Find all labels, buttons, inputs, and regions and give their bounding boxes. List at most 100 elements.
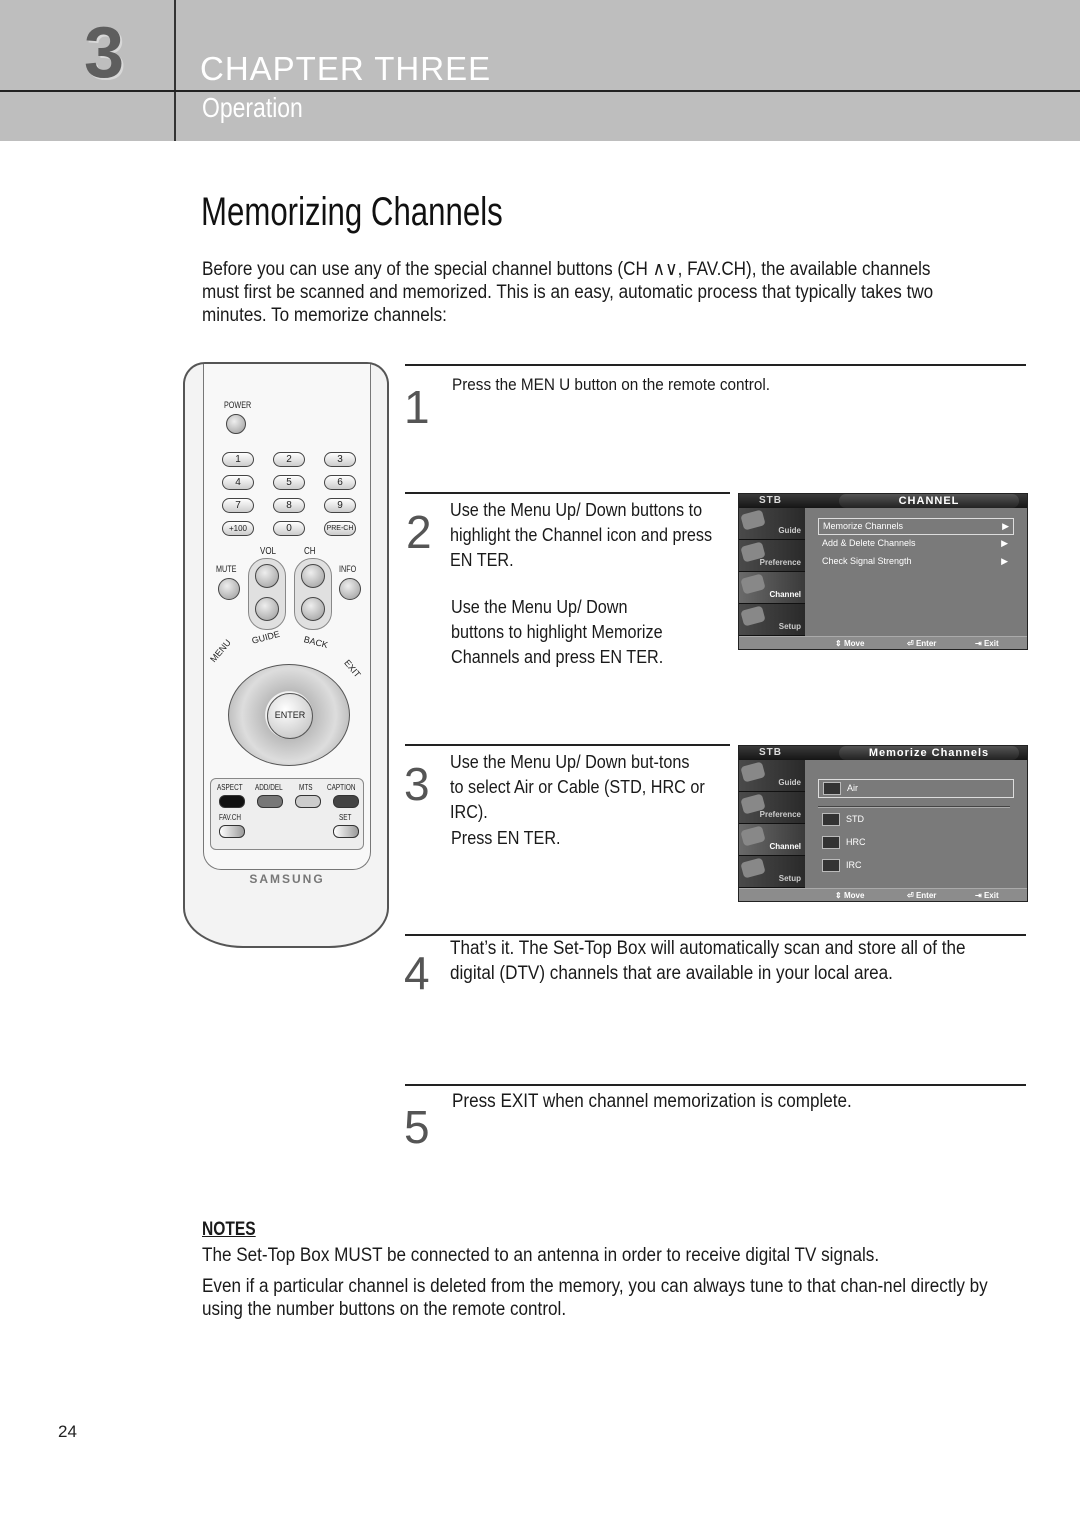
mts-label: MTS bbox=[299, 783, 313, 792]
power-label: POWER bbox=[224, 400, 252, 410]
step-5-rule bbox=[405, 1084, 1026, 1086]
step-4-text: That’s it. The Set-Top Box will automati… bbox=[450, 938, 966, 984]
adddel-label: ADD/DEL bbox=[255, 783, 283, 792]
enter-hint: ⏎ Enter bbox=[907, 891, 937, 900]
power-button bbox=[226, 414, 246, 434]
page-number: 24 bbox=[58, 1422, 77, 1441]
section-title: Operation bbox=[202, 92, 303, 123]
aspect-label: ASPECT bbox=[217, 783, 243, 792]
intro-paragraph: Before you can use any of the special ch… bbox=[202, 259, 934, 326]
function-key-panel: ASPECT ADD/DEL MTS CAPTION FAV.CH SET bbox=[210, 778, 364, 850]
osd-option-hrc[interactable]: HRC bbox=[818, 835, 1012, 850]
step-3-text-secondary: Press EN TER. bbox=[451, 828, 561, 848]
osd-side-guide[interactable]: Guide bbox=[739, 760, 805, 792]
osd-option-air[interactable]: Air bbox=[818, 779, 1014, 798]
guide-icon bbox=[740, 761, 766, 783]
osd-memorize-channels: STB Memorize Channels Guide Preference C… bbox=[738, 745, 1028, 902]
ch-label: CH bbox=[304, 546, 316, 557]
key-plus100: +100 bbox=[222, 521, 254, 536]
key-8: 8 bbox=[273, 498, 305, 513]
step-4-number: 4 bbox=[404, 947, 430, 999]
mts-button bbox=[295, 795, 321, 808]
key-0: 0 bbox=[273, 521, 305, 536]
step-1-rule bbox=[405, 364, 1026, 366]
enter-hint: ⏎ Enter bbox=[907, 639, 937, 648]
adddel-button bbox=[257, 795, 283, 808]
key-5: 5 bbox=[273, 475, 305, 490]
osd-side-setup[interactable]: Setup bbox=[739, 604, 805, 636]
set-button bbox=[333, 825, 359, 838]
arrow-right-icon: ▶ bbox=[1002, 521, 1009, 531]
remote-control-illustration: POWER 1 2 3 4 5 6 7 8 9 +100 0 PRE-CH VO… bbox=[183, 362, 389, 948]
ch-down-icon bbox=[301, 597, 325, 621]
osd-help-bar: ⇕ Move ⏎ Enter ⇥ Exit bbox=[739, 888, 1027, 901]
key-3: 3 bbox=[324, 452, 356, 467]
osd-item-check-signal-strength[interactable]: Check Signal Strength ▶ bbox=[818, 554, 1012, 569]
step-1-number: 1 bbox=[404, 381, 430, 433]
key-9: 9 bbox=[324, 498, 356, 513]
osd-side-menu: Guide Preference Channel Setup bbox=[739, 760, 805, 890]
step-2-text: Use the Menu Up/ Down buttons to highlig… bbox=[450, 500, 713, 570]
ch-rocker bbox=[294, 558, 332, 630]
step-2-number: 2 bbox=[406, 506, 432, 558]
channel-icon bbox=[740, 573, 766, 595]
cable-icon bbox=[822, 813, 840, 827]
osd-title: CHANNEL bbox=[839, 494, 1019, 508]
key-pre-ch: PRE-CH bbox=[324, 521, 356, 536]
osd-side-menu: Guide Preference Channel Setup bbox=[739, 508, 805, 638]
osd-channel-menu: STB CHANNEL Guide Preference Channel Set… bbox=[738, 493, 1028, 650]
step-5-number: 5 bbox=[404, 1101, 430, 1153]
step-1-text: Press the MEN U button on the remote con… bbox=[452, 375, 771, 394]
osd-item-add-delete-channels[interactable]: Add & Delete Channels ▶ bbox=[818, 536, 1012, 551]
key-2: 2 bbox=[273, 452, 305, 467]
exit-hint: ⇥ Exit bbox=[975, 639, 999, 648]
chapter-number: 3 bbox=[84, 13, 125, 93]
osd-help-bar: ⇕ Move ⏎ Enter ⇥ Exit bbox=[739, 636, 1027, 649]
cable-icon bbox=[822, 836, 840, 850]
step-2-rule bbox=[405, 492, 730, 494]
osd-option-std[interactable]: STD bbox=[818, 812, 1012, 827]
caption-label: CAPTION bbox=[327, 783, 356, 792]
vol-rocker bbox=[248, 558, 286, 630]
arrow-right-icon: ▶ bbox=[1001, 538, 1008, 548]
navigation-ring: ENTER bbox=[228, 664, 350, 766]
key-6: 6 bbox=[324, 475, 356, 490]
osd-side-preference[interactable]: Preference bbox=[739, 540, 805, 572]
chapter-title: CHAPTER THREE bbox=[200, 50, 492, 87]
mute-label: MUTE bbox=[216, 564, 237, 574]
arrow-right-icon: ▶ bbox=[1001, 556, 1008, 566]
info-label: INFO bbox=[339, 564, 357, 574]
osd-side-guide[interactable]: Guide bbox=[739, 508, 805, 540]
step-3-text: Use the Menu Up/ Down but-tons to select… bbox=[450, 752, 705, 822]
step-2-text-secondary: Use the Menu Up/ Down buttons to highlig… bbox=[451, 597, 664, 667]
header-rule bbox=[0, 90, 1080, 92]
enter-label: ENTER bbox=[274, 710, 306, 720]
key-4: 4 bbox=[222, 475, 254, 490]
move-hint: ⇕ Move bbox=[835, 891, 865, 900]
setup-icon bbox=[740, 605, 766, 627]
favch-button bbox=[219, 825, 245, 838]
osd-side-setup[interactable]: Setup bbox=[739, 856, 805, 888]
notes-heading: NOTES bbox=[202, 1219, 256, 1240]
osd-option-irc[interactable]: IRC bbox=[818, 858, 1012, 873]
note-2: Even if a particular channel is deleted … bbox=[202, 1276, 988, 1320]
osd-side-channel[interactable]: Channel bbox=[739, 824, 805, 856]
page-title: Memorizing Channels bbox=[201, 190, 503, 234]
key-1: 1 bbox=[222, 452, 254, 467]
osd-stb-label: STB bbox=[759, 747, 782, 758]
note-1: The Set-Top Box MUST be connected to an … bbox=[202, 1245, 880, 1266]
enter-button: ENTER bbox=[267, 693, 313, 739]
header-divider bbox=[174, 0, 176, 141]
vol-up-icon bbox=[255, 564, 279, 588]
exit-label: EXIT bbox=[342, 657, 363, 680]
osd-item-memorize-channels[interactable]: Memorize Channels ▶ bbox=[818, 518, 1014, 535]
mute-button bbox=[218, 578, 240, 600]
osd-side-channel[interactable]: Channel bbox=[739, 572, 805, 604]
remote-face: POWER 1 2 3 4 5 6 7 8 9 +100 0 PRE-CH VO… bbox=[203, 364, 371, 886]
set-label: SET bbox=[339, 813, 352, 822]
chapter-header: 3 CHAPTER THREE Operation bbox=[0, 0, 1080, 141]
favch-label: FAV.CH bbox=[219, 813, 242, 822]
vol-down-icon bbox=[255, 597, 279, 621]
samsung-logo: SAMSUNG bbox=[249, 872, 325, 886]
osd-side-preference[interactable]: Preference bbox=[739, 792, 805, 824]
